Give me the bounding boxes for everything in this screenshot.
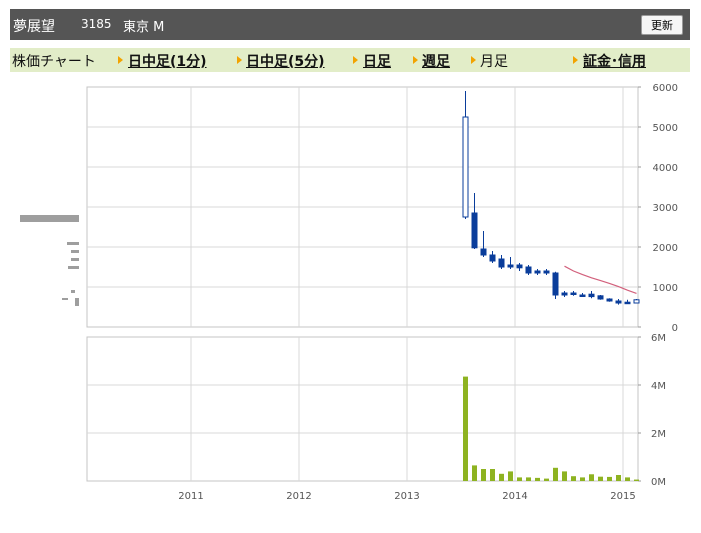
volume-bar <box>607 476 612 481</box>
price-axis-label: 1000 <box>653 283 678 294</box>
price-axis-label: 0 <box>672 323 678 334</box>
candle-down <box>471 212 478 249</box>
volume-panel: 6M 4M 2M 0M <box>86 333 666 488</box>
volume-bar <box>589 474 594 481</box>
candle-down <box>507 264 514 268</box>
price-axis-label: 5000 <box>653 123 678 134</box>
panel-frame <box>86 336 639 482</box>
volume-axis-label: 2M <box>651 429 666 440</box>
candle-up <box>462 116 469 218</box>
volume-bar <box>544 478 549 481</box>
volume-bar <box>616 475 621 481</box>
volume-bar <box>571 476 576 481</box>
volume-bar <box>508 471 513 481</box>
price-axis-label: 2000 <box>653 243 678 254</box>
candle-down <box>579 294 586 297</box>
candle-up <box>633 299 640 304</box>
candle-down <box>516 264 523 269</box>
candle-down <box>534 270 541 274</box>
candle-down <box>498 258 505 268</box>
volume-bar <box>472 465 477 481</box>
x-tick-label: 2013 <box>394 491 419 502</box>
volume-axis-label: 4M <box>651 381 666 392</box>
volume-bar <box>490 469 495 481</box>
candle-down <box>597 295 604 300</box>
price-axis-label: 4000 <box>653 163 678 174</box>
x-tick-label: 2011 <box>178 491 203 502</box>
x-axis: 2011 2012 2013 2014 2015 <box>178 491 635 502</box>
volume-bar <box>517 477 522 481</box>
volume-bar <box>598 476 603 481</box>
candle-down <box>588 293 595 298</box>
candle-down <box>543 270 550 274</box>
volume-axis-label: 6M <box>651 333 666 344</box>
volume-bar <box>625 477 630 481</box>
volume-bar <box>553 467 558 481</box>
x-tick-label: 2014 <box>502 491 527 502</box>
volume-bar <box>580 477 585 481</box>
price-axis-label: 3000 <box>653 203 678 214</box>
candle-down <box>561 292 568 296</box>
volume-bar <box>463 376 468 481</box>
volume-bar <box>526 477 531 481</box>
x-tick-label: 2015 <box>610 491 635 502</box>
candle-down <box>552 272 559 296</box>
volume-bar <box>535 477 540 481</box>
price-panel: 6000 5000 4000 3000 2000 1000 0 <box>86 83 678 334</box>
volume-bar <box>499 473 504 481</box>
candle-down <box>615 300 622 304</box>
stock-chart: 6000500040003000200010000 6M4M2M0M 2011 2… <box>86 83 678 502</box>
candle-down <box>570 292 577 295</box>
volume-bar <box>562 471 567 481</box>
candle-down <box>624 301 631 305</box>
candle-down <box>489 254 496 262</box>
candle-down <box>480 248 487 256</box>
x-tick-label: 2012 <box>286 491 311 502</box>
price-axis-label: 6000 <box>653 83 678 94</box>
candle-down <box>606 298 613 302</box>
volume-bar <box>634 479 639 481</box>
volume-bar <box>481 469 486 481</box>
candle-down <box>525 266 532 274</box>
volume-axis-label: 0M <box>651 477 666 488</box>
